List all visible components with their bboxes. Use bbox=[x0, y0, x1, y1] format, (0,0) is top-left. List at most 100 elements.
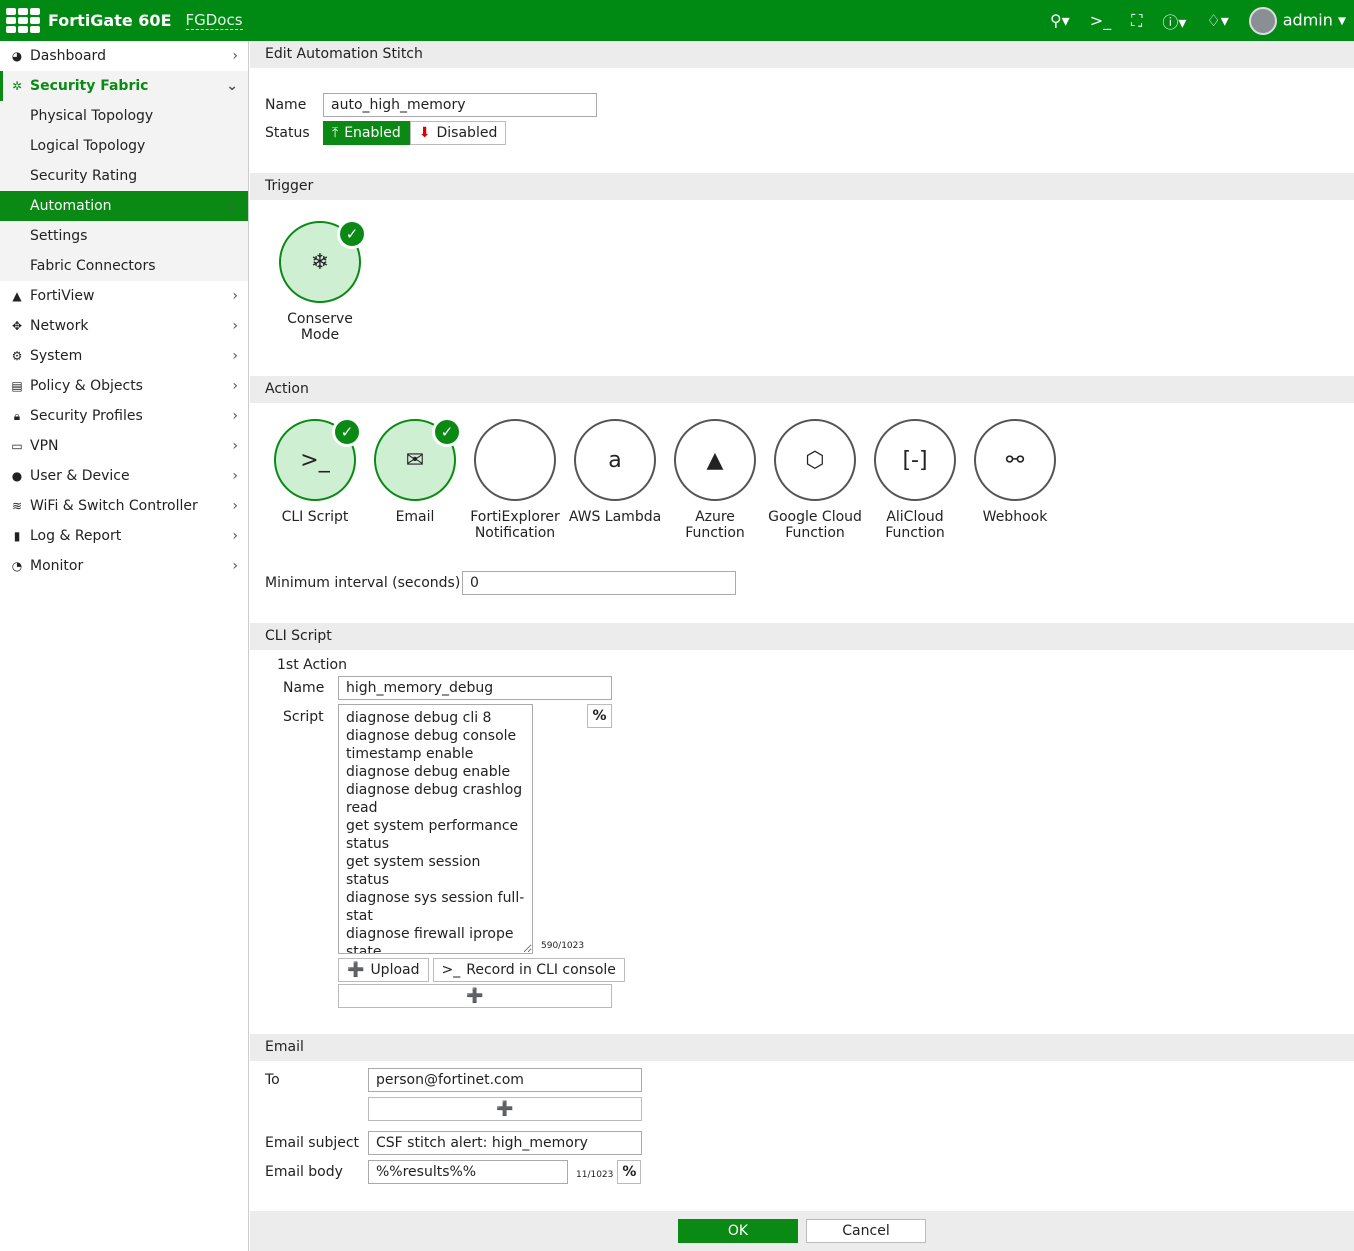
laptop-icon: ▭ bbox=[11, 439, 23, 453]
lock-icon: 🔒︎ bbox=[13, 408, 21, 423]
main-panel: Edit Automation Stitch Name Status ⤒ Enab… bbox=[250, 41, 1354, 1251]
script-textarea[interactable]: diagnose debug cli 8 diagnose debug cons… bbox=[338, 704, 533, 954]
chevron-right-icon: › bbox=[232, 498, 238, 514]
sidebar-item-vpn[interactable]: ▭ VPN › bbox=[0, 431, 248, 461]
cancel-button[interactable]: Cancel bbox=[806, 1219, 926, 1243]
to-label: To bbox=[265, 1072, 280, 1088]
sidebar-item-fabric-connectors[interactable]: Fabric Connectors bbox=[0, 251, 248, 281]
subject-label: Email subject bbox=[265, 1135, 360, 1151]
sidebar-item-wifi-switch-controller[interactable]: ≋ WiFi & Switch Controller › bbox=[0, 491, 248, 521]
sidebar-item-log-report[interactable]: ▮ Log & Report › bbox=[0, 521, 248, 551]
action-fortiexplorer[interactable]: FortiExplorer Notification bbox=[465, 419, 565, 541]
status-disabled-button[interactable]: ⬇ Disabled bbox=[409, 121, 507, 145]
check-icon: ✓ bbox=[432, 417, 462, 447]
status-enabled-button[interactable]: ⤒ Enabled bbox=[323, 121, 410, 145]
tile-label-2: Mode bbox=[300, 327, 340, 343]
sidebar-item-security-profiles[interactable]: 🔒︎ Security Profiles › bbox=[0, 401, 248, 431]
email-to-input[interactable] bbox=[368, 1068, 642, 1092]
email-header: Email bbox=[250, 1034, 1354, 1061]
sidebar-item-dashboard[interactable]: ◕ Dashboard › bbox=[0, 41, 248, 71]
plus-circle-icon: ➕ bbox=[347, 962, 365, 978]
sidebar-item-user-device[interactable]: ● User & Device › bbox=[0, 461, 248, 491]
tile-label-2: Notification bbox=[474, 525, 556, 541]
upload-button[interactable]: ➕ Upload bbox=[338, 958, 429, 982]
footer: OK Cancel bbox=[250, 1211, 1354, 1251]
tile-label-2: Function bbox=[785, 525, 845, 541]
action-alicloud[interactable]: [-] AliCloud Function bbox=[865, 419, 965, 541]
chart-icon: ▲ bbox=[12, 289, 22, 303]
page-title: Edit Automation Stitch bbox=[250, 41, 1354, 68]
check-icon: ✓ bbox=[337, 219, 367, 249]
sidebar-item-system[interactable]: ⚙ System › bbox=[0, 341, 248, 371]
chevron-right-icon: › bbox=[232, 348, 238, 364]
help-icon[interactable]: ⓘ▾ bbox=[1162, 9, 1186, 33]
ok-button[interactable]: OK bbox=[678, 1219, 798, 1243]
trigger-conserve-mode[interactable]: ❄ ✓ Conserve Mode bbox=[270, 219, 370, 343]
hostname-link[interactable]: FGDocs bbox=[185, 11, 243, 30]
tile-label: Azure bbox=[695, 509, 735, 525]
terminal-icon: >_ bbox=[441, 962, 461, 978]
sidebar-item-policy-objects[interactable]: ▤ Policy & Objects › bbox=[0, 371, 248, 401]
search-icon[interactable]: ⚲▾ bbox=[1050, 11, 1070, 30]
sidebar-item-physical-topology[interactable]: Physical Topology bbox=[0, 101, 248, 131]
sidebar-item-label: Security Rating bbox=[30, 168, 138, 184]
arrow-down-icon: ⬇ bbox=[418, 125, 431, 141]
tile-label-2: Function bbox=[685, 525, 745, 541]
sidebar-item-settings[interactable]: Settings bbox=[0, 221, 248, 251]
user-menu[interactable]: admin ▾ bbox=[1248, 6, 1346, 35]
insert-variable-button[interactable]: % bbox=[587, 704, 612, 728]
avatar bbox=[1248, 6, 1277, 35]
sidebar-item-label: Policy & Objects bbox=[30, 378, 143, 394]
google-cloud-icon: ⬡ bbox=[805, 447, 825, 473]
webhook-icon: ⚯ bbox=[1005, 447, 1025, 473]
sidebar-item-automation[interactable]: Automation ☆ bbox=[0, 191, 248, 221]
chevron-right-icon: › bbox=[232, 378, 238, 394]
sidebar-item-label: Network bbox=[30, 318, 89, 334]
cli-name-input[interactable] bbox=[338, 676, 612, 700]
sidebar-item-security-rating[interactable]: Security Rating bbox=[0, 161, 248, 191]
dashboard-icon: ◕ bbox=[11, 49, 23, 63]
top-bar: FortiGate 60E FGDocs ⚲▾ >_ ⛶ ⓘ▾ ♢▾ admin… bbox=[0, 0, 1354, 41]
network-icon: ✥ bbox=[11, 319, 23, 333]
chevron-right-icon: › bbox=[232, 48, 238, 64]
action-cli-script[interactable]: >_ ✓ CLI Script bbox=[265, 417, 365, 525]
fullscreen-icon[interactable]: ⛶ bbox=[1131, 11, 1142, 31]
add-recipient-button[interactable]: ➕ bbox=[368, 1097, 642, 1121]
bell-icon[interactable]: ♢▾ bbox=[1206, 11, 1228, 30]
azure-icon: ▲ bbox=[706, 447, 724, 473]
script-char-count: 590/1023 bbox=[541, 941, 585, 951]
sidebar-item-monitor[interactable]: ◔ Monitor › bbox=[0, 551, 248, 581]
chevron-right-icon: › bbox=[232, 468, 238, 484]
body-variable-button[interactable]: % bbox=[617, 1160, 642, 1184]
check-icon: ✓ bbox=[332, 417, 362, 447]
chevron-right-icon: › bbox=[232, 528, 238, 544]
interval-input[interactable] bbox=[462, 571, 736, 595]
sidebar-item-network[interactable]: ✥ Network › bbox=[0, 311, 248, 341]
action-google-cloud[interactable]: ⬡ Google Cloud Function bbox=[765, 419, 865, 541]
sidebar-item-label: System bbox=[30, 348, 83, 364]
name-label: Name bbox=[265, 97, 307, 113]
tile-label: Google Cloud bbox=[768, 509, 862, 525]
body-char-count: 11/1023 bbox=[576, 1170, 614, 1180]
email-body-input[interactable] bbox=[368, 1160, 568, 1184]
record-cli-button[interactable]: >_ Record in CLI console bbox=[432, 958, 625, 982]
plus-circle-icon: ➕ bbox=[496, 1101, 514, 1117]
sidebar-item-label: Security Fabric bbox=[30, 78, 149, 94]
cli-console-icon[interactable]: >_ bbox=[1090, 11, 1111, 30]
add-action-button[interactable]: ➕ bbox=[338, 984, 612, 1008]
action-azure[interactable]: ▲ Azure Function bbox=[665, 419, 765, 541]
wifi-icon: ≋ bbox=[11, 499, 23, 513]
action-email[interactable]: ✉ ✓ Email bbox=[365, 417, 465, 525]
star-icon[interactable]: ☆ bbox=[225, 198, 238, 214]
sidebar-item-fortiview[interactable]: ▲ FortiView › bbox=[0, 281, 248, 311]
email-subject-input[interactable] bbox=[368, 1131, 642, 1155]
sidebar-item-logical-topology[interactable]: Logical Topology bbox=[0, 131, 248, 161]
sidebar-item-label: Fabric Connectors bbox=[30, 258, 156, 274]
sidebar-item-security-fabric[interactable]: ✲ Security Fabric ⌄ bbox=[0, 71, 248, 101]
policy-icon: ▤ bbox=[11, 379, 23, 393]
action-webhook[interactable]: ⚯ Webhook bbox=[965, 419, 1065, 525]
action-aws-lambda[interactable]: a AWS Lambda bbox=[565, 419, 665, 525]
terminal-icon: >_ bbox=[300, 447, 330, 473]
name-input[interactable] bbox=[323, 93, 597, 117]
chevron-right-icon: › bbox=[232, 318, 238, 334]
